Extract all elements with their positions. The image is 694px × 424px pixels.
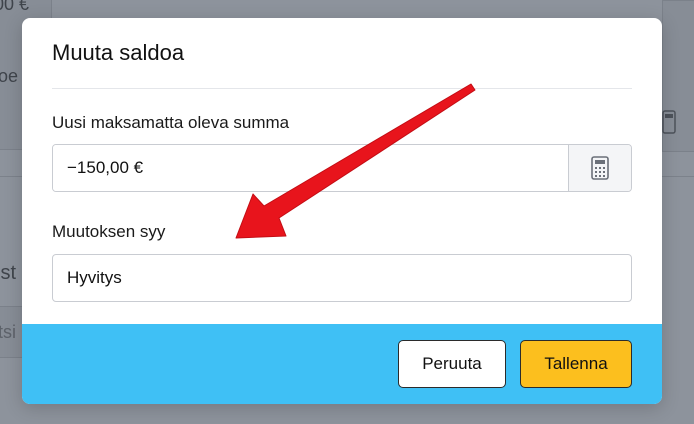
reason-input[interactable]	[52, 254, 632, 302]
amount-input-group	[52, 144, 632, 192]
modal-footer: Peruuta Tallenna	[22, 324, 662, 404]
calculator-button[interactable]	[568, 145, 631, 191]
background-amount-text: 00 €	[0, 0, 30, 14]
background-search-fragment: tsi	[0, 322, 16, 342]
amount-label: Uusi maksamatta oleva summa	[52, 113, 290, 132]
background-heading-fragment: ist	[0, 262, 16, 284]
background-calculator-icon	[662, 110, 676, 139]
amount-input[interactable]	[53, 145, 568, 191]
reason-label: Muutoksen syy	[52, 222, 166, 241]
calculator-icon	[591, 156, 609, 180]
modal-title: Muuta saldoa	[52, 40, 185, 65]
background-text-fragment: oe	[0, 66, 19, 86]
modal-divider	[52, 88, 632, 89]
cancel-button[interactable]: Peruuta	[398, 340, 506, 388]
save-button[interactable]: Tallenna	[520, 340, 632, 388]
change-balance-modal: Muuta saldoa Uusi maksamatta oleva summa…	[22, 18, 662, 404]
